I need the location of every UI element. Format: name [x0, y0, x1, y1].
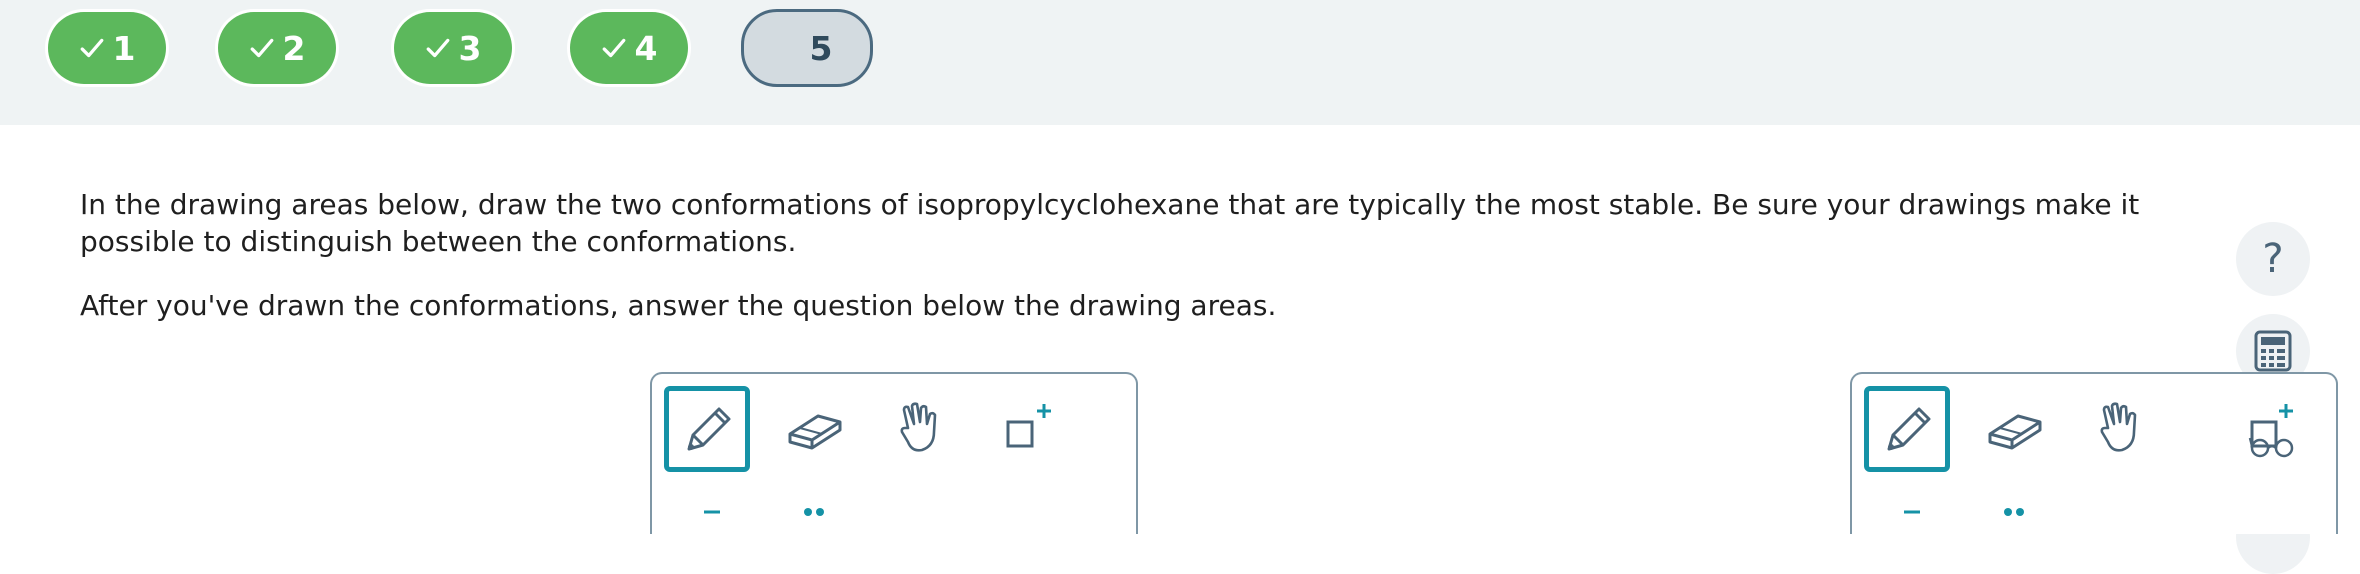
question-paragraph: In the drawing areas below, draw the two… [80, 188, 2140, 258]
check-icon [426, 38, 449, 58]
step-label: 1 [112, 28, 136, 68]
pencil-icon [687, 407, 731, 451]
eraser-icon [1988, 414, 2042, 450]
eraser-icon [788, 414, 842, 450]
check-icon [250, 38, 273, 58]
bond-tool-button[interactable] [664, 486, 748, 570]
question-instruction: After you've drawn the conformations, an… [80, 289, 1277, 322]
add-box-icon [1006, 404, 1051, 448]
drawing-area-1[interactable] [650, 372, 1138, 534]
single-bond-icon [704, 510, 720, 514]
eraser-tool-button[interactable] [772, 386, 856, 470]
lone-pair-icon [804, 508, 824, 516]
hand-icon [900, 402, 937, 452]
reading-glasses-icon[interactable] [2248, 430, 2298, 460]
step-3-button[interactable]: 3 [394, 12, 512, 84]
help-icon: ? [2262, 236, 2284, 282]
step-label: 2 [282, 28, 306, 68]
step-label: 3 [458, 28, 482, 68]
check-icon [80, 38, 103, 58]
lone-pair-tool-button[interactable] [772, 486, 856, 570]
step-4-button[interactable]: 4 [570, 12, 688, 84]
step-label: 5 [809, 28, 833, 68]
bond-tool-button[interactable] [1864, 486, 1948, 570]
question-text: In the drawing areas below, draw the two… [80, 186, 2180, 351]
step-2-button[interactable]: 2 [218, 12, 336, 84]
lone-pair-icon [2004, 508, 2024, 516]
pencil-icon [1887, 407, 1931, 451]
lone-pair-tool-button[interactable] [1972, 486, 2056, 570]
hand-tool-button[interactable] [878, 386, 962, 470]
check-icon [602, 38, 625, 58]
hand-tool-button[interactable] [2078, 386, 2162, 470]
pencil-tool-button[interactable] [1864, 386, 1950, 472]
calculator-icon [2254, 330, 2292, 372]
single-bond-icon [1904, 510, 1920, 514]
add-box-tool-button[interactable] [986, 386, 1070, 470]
step-label: 4 [634, 28, 658, 68]
step-5-button[interactable]: 5 [741, 9, 873, 87]
step-1-button[interactable]: 1 [48, 12, 166, 84]
hand-icon [2100, 402, 2137, 452]
eraser-tool-button[interactable] [1972, 386, 2056, 470]
pencil-tool-button[interactable] [664, 386, 750, 472]
progress-bar: 1 2 3 4 5 [0, 0, 2360, 125]
help-button[interactable]: ? [2236, 222, 2310, 296]
